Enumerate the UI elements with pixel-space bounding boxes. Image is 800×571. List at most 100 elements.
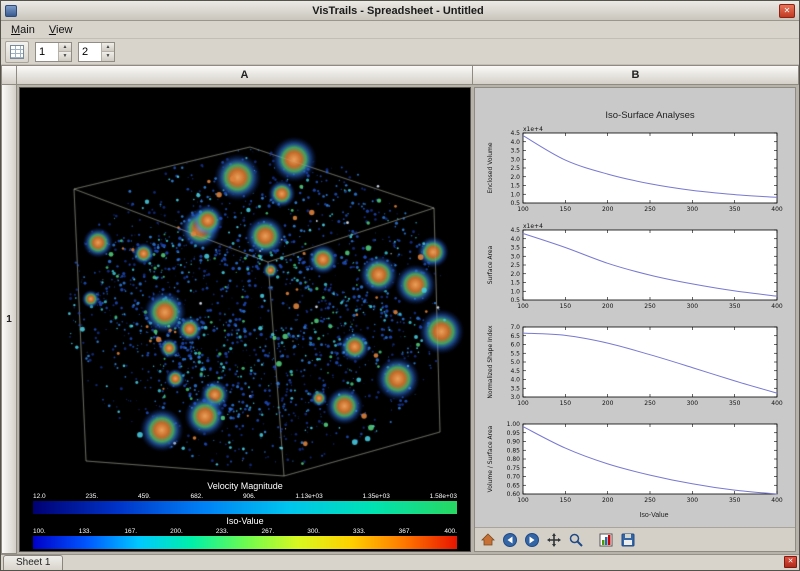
volume-rendering-canvas[interactable] xyxy=(22,89,468,479)
cell-a1-wrap: Velocity Magnitude 12.0 235. 459. 682. 906. 1… xyxy=(17,85,473,554)
subplot-stack: 0.51.01.52.02.53.03.54.04.51001502002503… xyxy=(475,124,795,512)
svg-text:3.0: 3.0 xyxy=(510,156,520,163)
window-close-icon[interactable]: ✕ xyxy=(779,4,795,18)
svg-text:100: 100 xyxy=(517,497,529,504)
subplots-button[interactable] xyxy=(597,530,617,550)
svg-text:4.0: 4.0 xyxy=(510,236,520,243)
svg-text:2.5: 2.5 xyxy=(510,262,520,269)
save-icon xyxy=(620,532,638,548)
svg-text:x1e+4: x1e+4 xyxy=(523,126,543,133)
isovalue-colorbar-gradient xyxy=(33,536,457,549)
svg-text:200: 200 xyxy=(602,497,614,504)
colorbar-tick-label: 906. xyxy=(243,492,256,501)
colorbar-tick-label: 333. xyxy=(353,527,366,536)
colorbar-tick-label: 367. xyxy=(399,527,412,536)
column-header-b[interactable]: B xyxy=(473,65,799,85)
colorbar-tick-label: 12.0 xyxy=(33,492,46,501)
colorbar-tick-label: 133. xyxy=(79,527,92,536)
colorbar-tick-label: 682. xyxy=(190,492,203,501)
figure-title: Iso-Surface Analyses xyxy=(475,88,795,124)
svg-text:2.0: 2.0 xyxy=(510,271,520,278)
subplot-enclosed-volume: 0.51.01.52.02.53.03.54.04.51001502002503… xyxy=(483,124,785,220)
titlebar[interactable]: VisTrails - Spreadsheet - Untitled ✕ xyxy=(1,1,799,21)
svg-text:7.0: 7.0 xyxy=(510,324,520,331)
colorbar-tick-label: 400. xyxy=(444,527,457,536)
svg-text:Enclosed Volume: Enclosed Volume xyxy=(487,142,494,193)
svg-text:300: 300 xyxy=(687,400,699,407)
colorbar-tick-label: 1.35e+03 xyxy=(363,492,390,501)
svg-text:x1e+4: x1e+4 xyxy=(523,223,543,230)
col-count-up-button[interactable]: ▲ xyxy=(102,43,114,52)
spreadsheet-icon xyxy=(10,45,24,59)
svg-text:150: 150 xyxy=(560,497,572,504)
colorbar-tick-label: 459. xyxy=(138,492,151,501)
svg-text:6.5: 6.5 xyxy=(510,333,520,340)
svg-text:100: 100 xyxy=(517,303,529,310)
svg-text:Normalized Shape Index: Normalized Shape Index xyxy=(487,325,494,399)
sheet-tab-bar: Sheet 1 ✕ xyxy=(1,554,799,570)
menu-view[interactable]: View xyxy=(42,23,80,37)
svg-text:200: 200 xyxy=(602,206,614,213)
toolbar: ▲ ▼ ▲ ▼ xyxy=(1,39,799,65)
column-header-a[interactable]: A xyxy=(17,65,473,85)
velocity-colorbar-gradient xyxy=(33,501,457,514)
subplots-icon xyxy=(598,532,616,548)
svg-text:0.65: 0.65 xyxy=(507,482,521,489)
zoom-button[interactable] xyxy=(567,530,587,550)
svg-text:Volume / Surface Area: Volume / Surface Area xyxy=(487,425,494,492)
svg-text:300: 300 xyxy=(687,497,699,504)
row-count-up-button[interactable]: ▲ xyxy=(59,43,71,52)
svg-text:350: 350 xyxy=(729,497,741,504)
svg-text:250: 250 xyxy=(644,206,656,213)
row-header-1[interactable]: 1 xyxy=(1,85,17,554)
svg-text:350: 350 xyxy=(729,206,741,213)
col-count-down-button[interactable]: ▼ xyxy=(102,51,114,61)
column-header-row: A B xyxy=(1,65,799,85)
svg-text:300: 300 xyxy=(687,303,699,310)
svg-text:1.5: 1.5 xyxy=(510,280,520,287)
vistrails-spreadsheet-window: VisTrails - Spreadsheet - Untitled ✕ Mai… xyxy=(0,0,800,571)
colorbar-tick-label: 200. xyxy=(170,527,183,536)
row-count-input[interactable] xyxy=(36,43,58,61)
svg-text:2.0: 2.0 xyxy=(510,174,520,181)
svg-text:350: 350 xyxy=(729,400,741,407)
pan-button[interactable] xyxy=(545,530,565,550)
svg-text:0.75: 0.75 xyxy=(507,465,521,472)
save-button[interactable] xyxy=(619,530,639,550)
forward-button[interactable] xyxy=(523,530,543,550)
svg-text:2.5: 2.5 xyxy=(510,165,520,172)
svg-text:400: 400 xyxy=(771,303,783,310)
svg-text:250: 250 xyxy=(644,303,656,310)
svg-text:5.0: 5.0 xyxy=(510,359,520,366)
forward-icon xyxy=(524,532,542,548)
svg-text:150: 150 xyxy=(560,400,572,407)
velocity-colorbar-title: Velocity Magnitude xyxy=(33,481,457,492)
colorbar-tick-label: 235. xyxy=(85,492,98,501)
row-count-down-button[interactable]: ▼ xyxy=(59,51,71,61)
svg-text:200: 200 xyxy=(602,400,614,407)
svg-text:0.85: 0.85 xyxy=(507,447,521,454)
colorbar-tick-label: 100. xyxy=(33,527,46,536)
svg-text:150: 150 xyxy=(560,303,572,310)
open-sheet-button[interactable] xyxy=(5,41,29,63)
svg-text:6.0: 6.0 xyxy=(510,342,520,349)
x-axis-label: Iso-Value xyxy=(475,512,795,519)
menu-main[interactable]: Main xyxy=(4,23,42,37)
isovalue-colorbar-title: Iso-Value xyxy=(33,516,457,527)
corner-header[interactable] xyxy=(1,65,17,85)
home-button[interactable] xyxy=(479,530,499,550)
col-count-input[interactable] xyxy=(79,43,101,61)
svg-text:350: 350 xyxy=(729,303,741,310)
svg-text:4.5: 4.5 xyxy=(510,227,520,234)
svg-text:1.5: 1.5 xyxy=(510,183,520,190)
tab-sheet-1[interactable]: Sheet 1 xyxy=(3,555,63,570)
svg-text:100: 100 xyxy=(517,206,529,213)
svg-text:100: 100 xyxy=(517,400,529,407)
tabbar-close-icon[interactable]: ✕ xyxy=(784,556,797,568)
svg-text:400: 400 xyxy=(771,206,783,213)
subplot-normalized-shape-index: 3.03.54.04.55.05.56.06.57.01001502002503… xyxy=(483,318,785,414)
svg-text:400: 400 xyxy=(771,400,783,407)
zoom-icon xyxy=(568,532,586,548)
back-button[interactable] xyxy=(501,530,521,550)
svg-text:150: 150 xyxy=(560,206,572,213)
